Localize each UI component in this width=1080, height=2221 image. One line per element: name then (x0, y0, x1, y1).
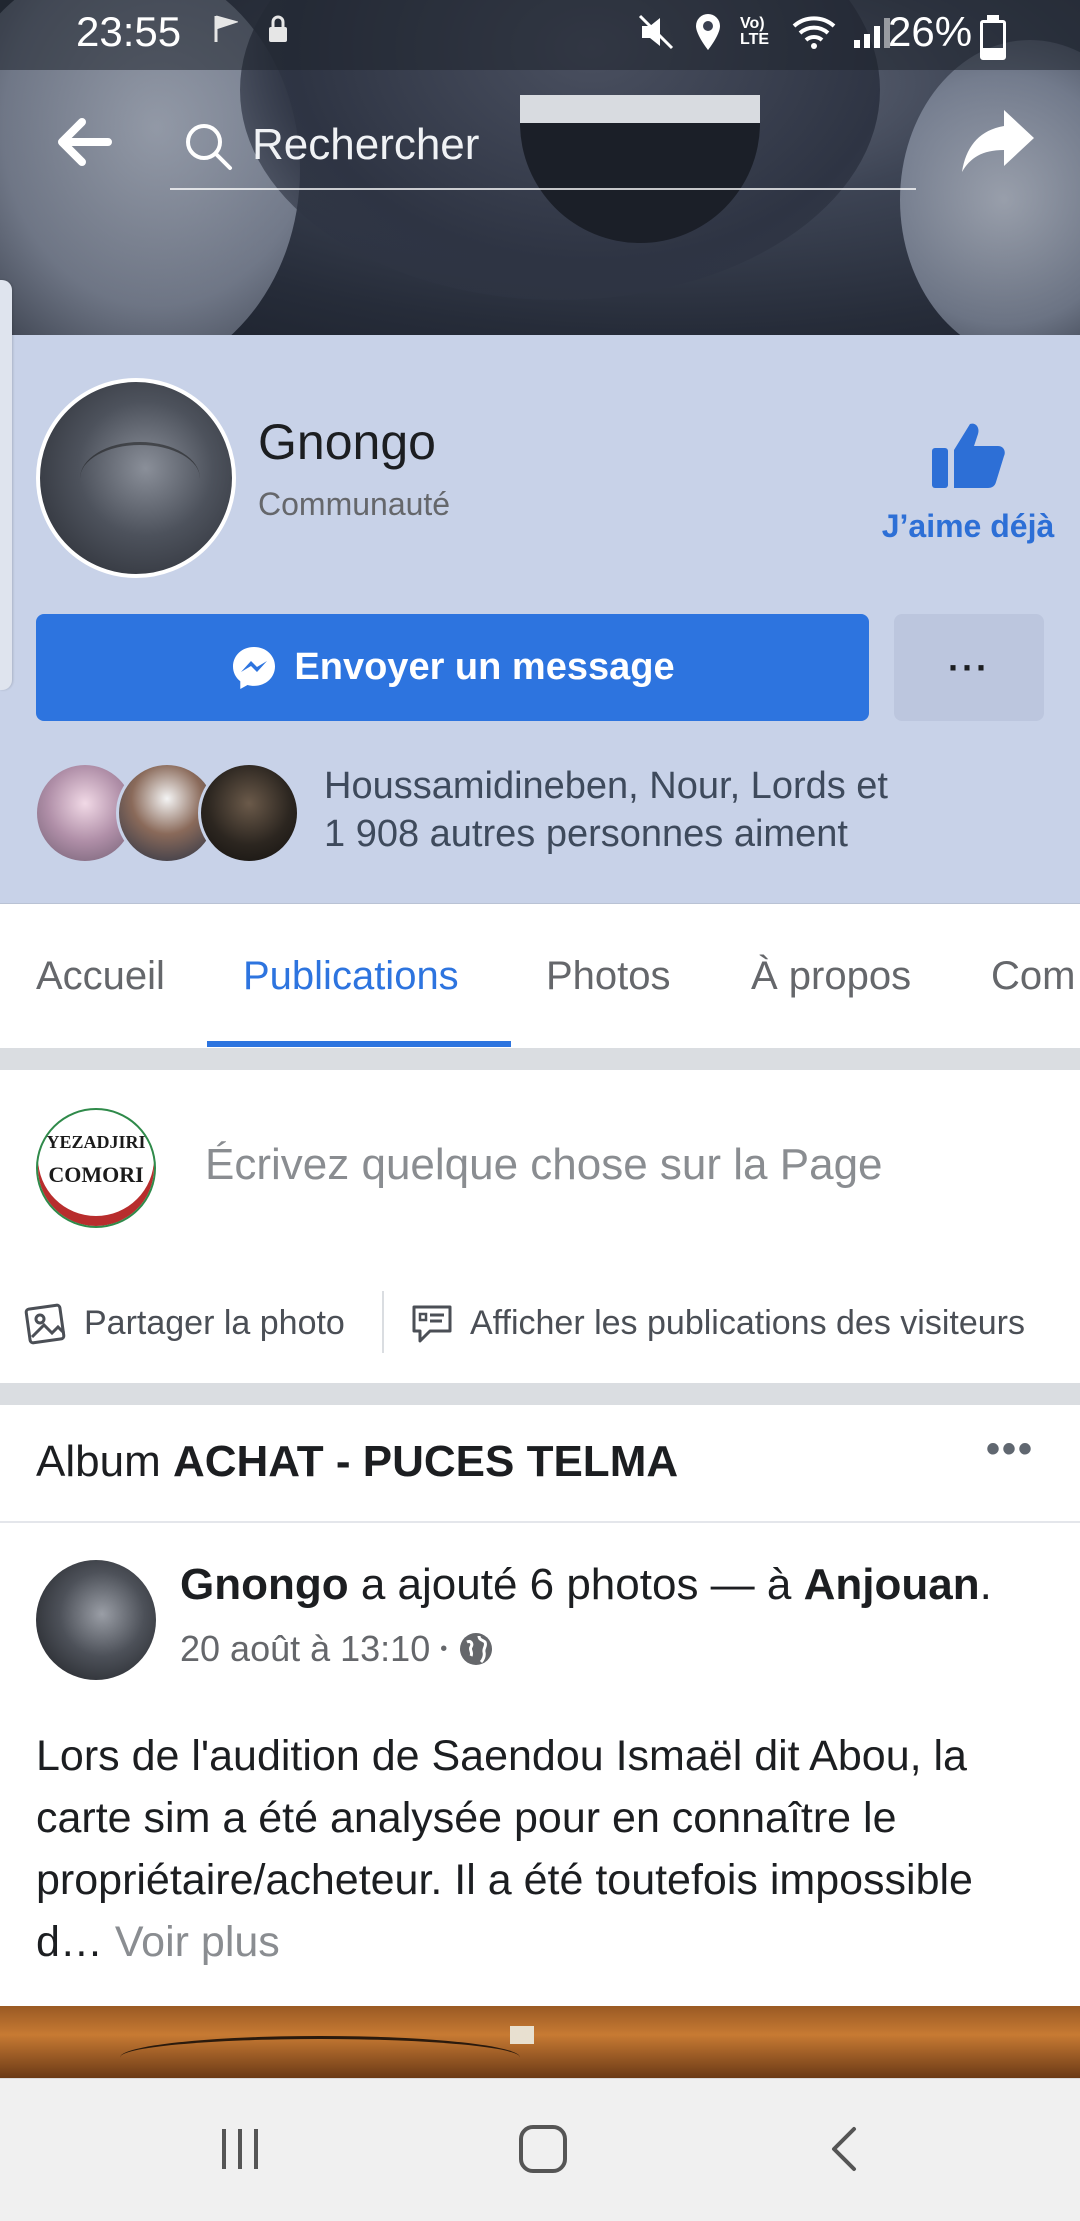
post-action: a ajouté 6 photos — à (348, 1560, 804, 1609)
recent-apps-icon (222, 2129, 258, 2169)
wifi-icon (792, 16, 836, 49)
signal-icon (854, 18, 890, 48)
globe-icon (460, 1633, 493, 1665)
album-header[interactable]: Album ACHAT - PUCES TELMA ••• (0, 1405, 1080, 1523)
send-message-button[interactable]: Envoyer un message (36, 614, 869, 721)
page-category: Communauté (258, 486, 451, 522)
home-button[interactable] (503, 2119, 583, 2179)
share-photo-label: Partager la photo (84, 1303, 345, 1342)
page-profile-picture[interactable] (36, 378, 236, 578)
post-photo[interactable] (0, 2006, 1080, 2078)
tab-photos[interactable]: Photos (546, 954, 671, 999)
composer-actions: Partager la photo Afficher les publicati… (0, 1263, 1080, 1383)
post-text: Lors de l'audition de Saendou Ismaël dit… (36, 1725, 1046, 1973)
post-author[interactable]: Gnongo (180, 1560, 349, 1609)
flag-icon (214, 15, 240, 42)
photo-icon (24, 1303, 66, 1345)
volte-label: Vo) LTE (740, 15, 770, 48)
share-photo-button[interactable]: Partager la photo (22, 1299, 345, 1347)
back-button[interactable] (52, 110, 116, 174)
album-name: ACHAT - PUCES TELMA (172, 1437, 679, 1486)
post-location[interactable]: Anjouan (804, 1560, 980, 1609)
battery-icon (980, 15, 1006, 60)
more-options-button[interactable]: ··· (894, 614, 1044, 721)
active-tab-indicator (207, 1041, 511, 1047)
avatar-logo-text-1: YEZADJIRI (46, 1132, 146, 1152)
album-title: Album ACHAT - PUCES TELMA (36, 1437, 678, 1487)
thumbs-up-icon (932, 423, 1005, 488)
page-likes-summary[interactable]: Houssamidineben, Nour, Lords et 1 908 au… (324, 762, 888, 858)
friend-avatars[interactable] (34, 762, 300, 864)
share-arrow-icon (962, 110, 1034, 172)
post-author-avatar[interactable] (36, 1560, 156, 1680)
search-icon (186, 124, 232, 170)
post-date[interactable]: 20 août à 13:10 (180, 1628, 430, 1670)
lock-icon (269, 15, 288, 42)
album-more-button[interactable]: ••• (986, 1427, 1034, 1472)
avatar (198, 762, 300, 864)
likes-line-2: 1 908 autres personnes aiment (324, 813, 848, 855)
recent-apps-button[interactable] (200, 2119, 280, 2179)
composer-input[interactable]: Écrivez quelque chose sur la Page (205, 1140, 883, 1190)
comment-icon (412, 1305, 452, 1343)
back-nav-button[interactable] (806, 2119, 886, 2179)
system-nav-bar (0, 2078, 1080, 2221)
post-meta: 20 août à 13:10 • (180, 1628, 495, 1670)
divider (0, 1383, 1080, 1405)
back-arrow-icon (58, 118, 112, 166)
tab-communaute[interactable]: Com (991, 954, 1075, 999)
album-prefix: Album (36, 1437, 161, 1486)
home-icon (519, 2125, 567, 2173)
battery-percent: 26% (888, 8, 973, 55)
action-divider (382, 1291, 384, 1353)
composer-avatar: YEZADJIRI COMORI (36, 1108, 156, 1228)
messenger-icon (233, 646, 276, 689)
page-tabs: Accueil Publications Photos À propos Com (0, 903, 1080, 1049)
drawer-handle[interactable] (0, 280, 12, 690)
send-message-label: Envoyer un message (294, 646, 675, 688)
tab-publications[interactable]: Publications (243, 954, 459, 999)
search-placeholder: Rechercher (252, 120, 480, 169)
liked-button[interactable]: J’aime déjà (868, 420, 1068, 545)
share-button[interactable] (958, 106, 1038, 178)
status-notification-icons (212, 14, 291, 53)
tab-accueil[interactable]: Accueil (36, 954, 165, 999)
post-header: Gnongo a ajouté 6 photos — à Anjouan. (180, 1560, 992, 1610)
meta-dot: • (440, 1637, 448, 1660)
see-more-link[interactable]: Voir plus (115, 1918, 280, 1966)
divider (0, 1048, 1080, 1070)
status-system-icons: Vo) LTE (636, 12, 892, 52)
likes-line-1: Houssamidineben, Nour, Lords et (324, 765, 888, 807)
liked-label: J’aime déjà (881, 508, 1055, 544)
mute-icon (638, 14, 674, 50)
status-time: 23:55 (76, 8, 182, 55)
page-title: Gnongo (258, 414, 436, 470)
tab-a-propos[interactable]: À propos (751, 954, 911, 999)
chevron-left-icon (832, 2127, 856, 2171)
search-input[interactable]: Rechercher (170, 108, 916, 190)
visitor-posts-button[interactable]: Afficher les publications des visiteurs (408, 1299, 1025, 1347)
avatar-logo-text-2: COMORI (48, 1162, 144, 1187)
post-suffix: . (979, 1560, 992, 1609)
visitor-posts-label: Afficher les publications des visiteurs (470, 1303, 1025, 1342)
location-icon (696, 14, 720, 50)
